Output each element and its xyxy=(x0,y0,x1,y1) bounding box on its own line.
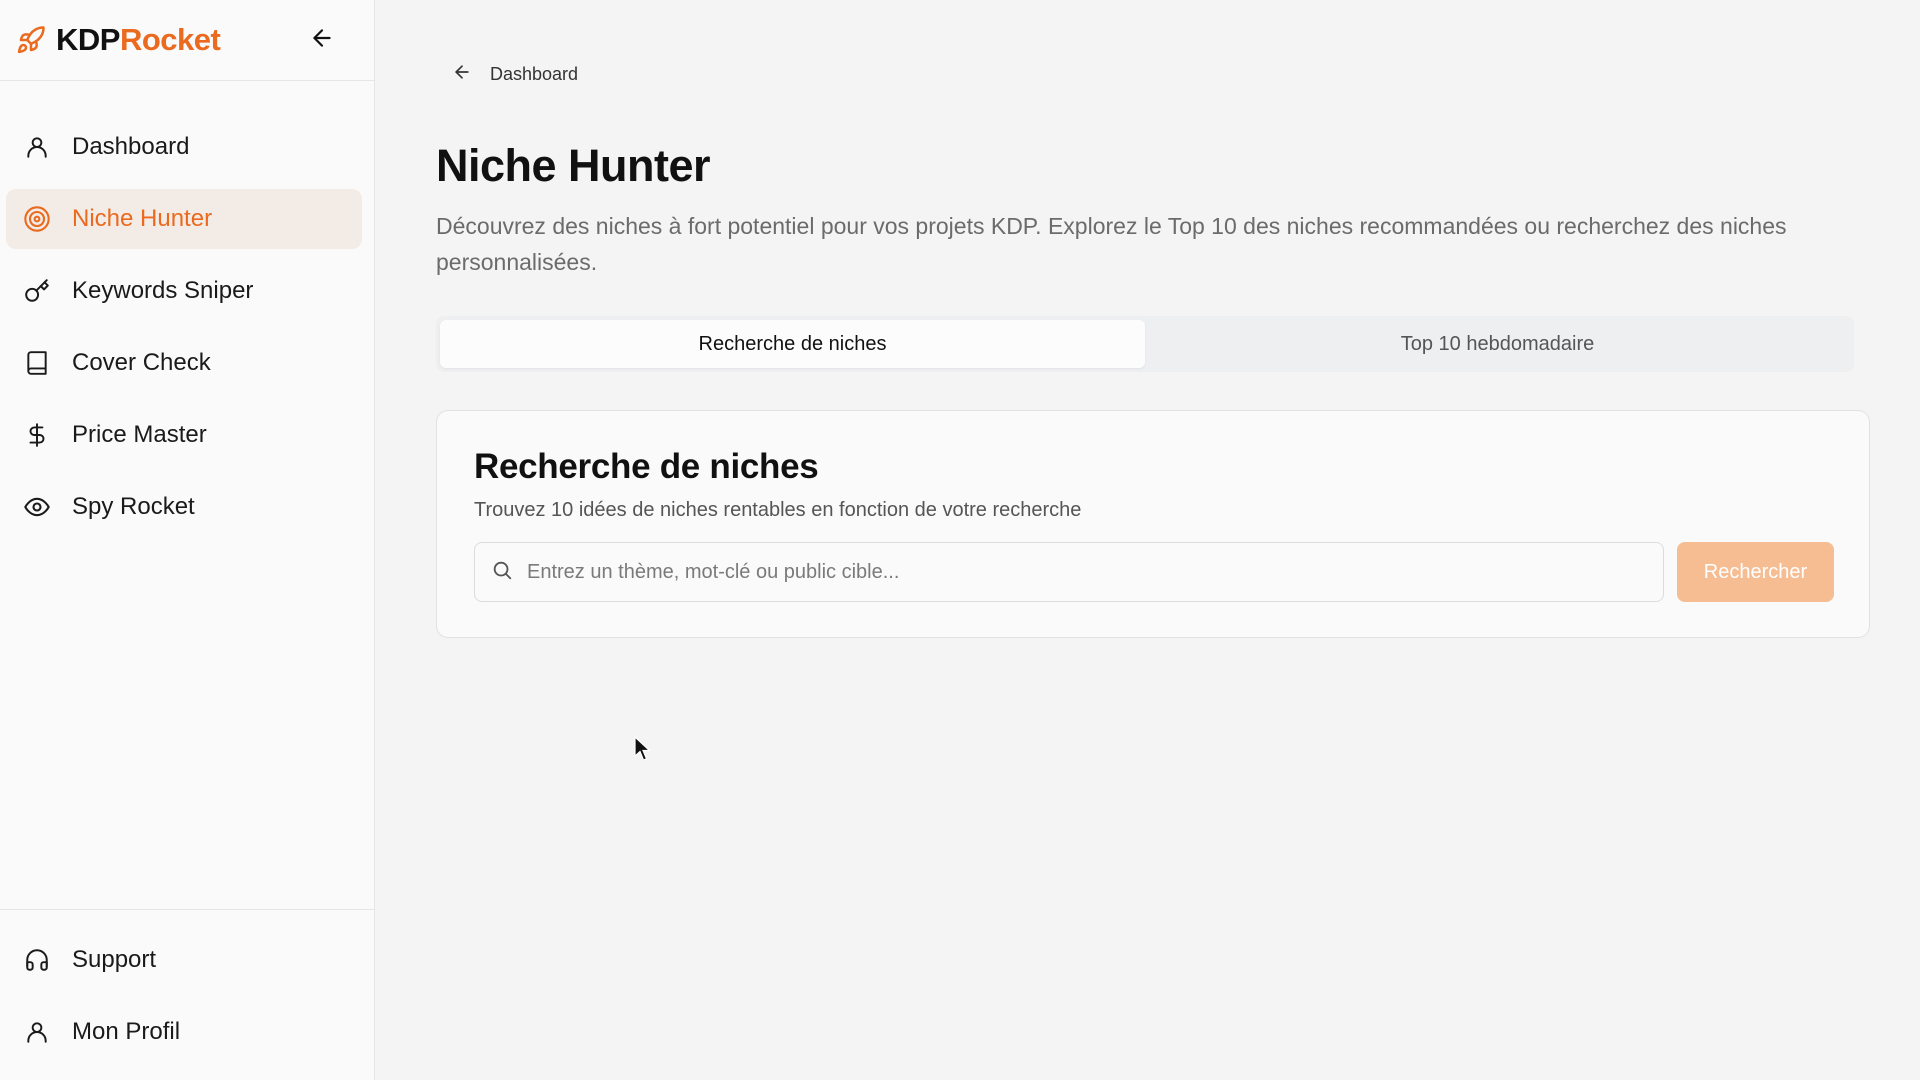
sidebar-item-label: Cover Check xyxy=(72,349,211,376)
sidebar-item-label: Spy Rocket xyxy=(72,493,195,520)
sidebar-item-cover-check[interactable]: Cover Check xyxy=(6,333,362,393)
logo[interactable]: KDPRocket xyxy=(16,22,221,58)
card-title: Recherche de niches xyxy=(474,447,819,486)
sidebar-item-label: Keywords Sniper xyxy=(72,277,254,304)
sidebar-header: KDPRocket xyxy=(0,0,374,81)
dollar-icon xyxy=(22,420,52,450)
main-content: Dashboard Niche Hunter Découvrez des nic… xyxy=(376,0,1920,1080)
sidebar-item-label: Price Master xyxy=(72,421,207,448)
sidebar: KDPRocket Dashboard Niche Hunter Keyword… xyxy=(0,0,375,1080)
sidebar-item-dashboard[interactable]: Dashboard xyxy=(6,117,362,177)
tab-bar: Recherche de niches Top 10 hebdomadaire xyxy=(436,316,1854,372)
sidebar-bottom: Support Mon Profil xyxy=(0,909,374,1080)
sidebar-item-support[interactable]: Support xyxy=(6,930,362,990)
logo-text-kdp: KDP xyxy=(56,22,120,57)
search-input[interactable] xyxy=(527,560,1663,584)
target-icon xyxy=(22,204,52,234)
sidebar-item-label: Mon Profil xyxy=(72,1018,181,1045)
headphones-icon xyxy=(22,945,52,975)
search-icon xyxy=(491,559,513,586)
breadcrumb[interactable]: Dashboard xyxy=(452,62,578,87)
book-icon xyxy=(22,348,52,378)
tab-top-10-hebdomadaire[interactable]: Top 10 hebdomadaire xyxy=(1145,320,1850,368)
search-button[interactable]: Rechercher xyxy=(1677,542,1834,602)
sidebar-item-label: Support xyxy=(72,946,157,973)
sidebar-item-price-master[interactable]: Price Master xyxy=(6,405,362,465)
niche-search-card: Recherche de niches Trouvez 10 idées de … xyxy=(436,410,1870,638)
user-icon xyxy=(22,132,52,162)
tab-recherche-de-niches[interactable]: Recherche de niches xyxy=(440,320,1145,368)
arrow-left-icon xyxy=(452,62,472,87)
sidebar-item-mon-profil[interactable]: Mon Profil xyxy=(6,1002,362,1062)
rocket-icon xyxy=(16,25,46,55)
collapse-sidebar-button[interactable] xyxy=(302,20,342,60)
logo-text-rocket: Rocket xyxy=(119,22,221,57)
mouse-cursor-icon xyxy=(634,735,652,762)
page-description: Découvrez des niches à fort potentiel po… xyxy=(436,213,1787,275)
sidebar-item-label: Dashboard xyxy=(72,133,190,160)
logo-text: KDPRocket xyxy=(56,22,221,58)
arrow-left-icon xyxy=(309,25,335,56)
sidebar-item-keywords-sniper[interactable]: Keywords Sniper xyxy=(6,261,362,321)
card-subtitle: Trouvez 10 idées de niches rentables en … xyxy=(474,499,1082,521)
sidebar-item-niche-hunter[interactable]: Niche Hunter xyxy=(6,189,362,249)
sidebar-item-label: Niche Hunter xyxy=(72,205,213,232)
breadcrumb-label: Dashboard xyxy=(490,64,579,84)
user-icon xyxy=(22,1017,52,1047)
search-field[interactable] xyxy=(474,542,1664,602)
page-title: Niche Hunter xyxy=(436,140,711,191)
eye-icon xyxy=(22,492,52,522)
sidebar-item-spy-rocket[interactable]: Spy Rocket xyxy=(6,477,362,537)
sidebar-nav: Dashboard Niche Hunter Keywords Sniper C… xyxy=(0,81,374,537)
key-icon xyxy=(22,276,52,306)
